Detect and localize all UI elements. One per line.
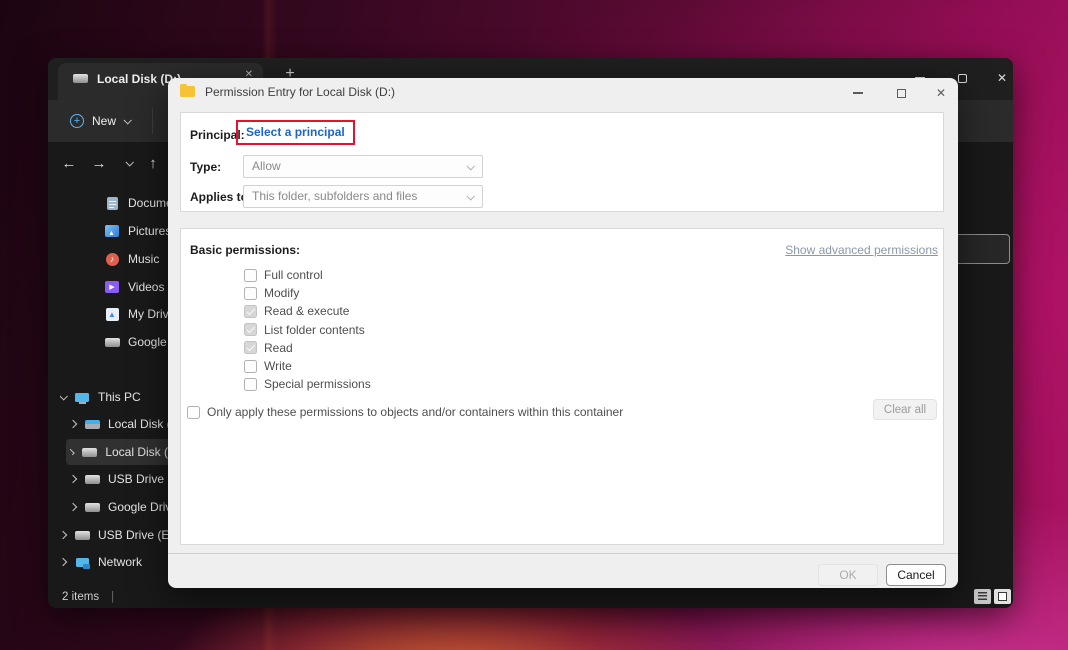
- details-view-button[interactable]: [974, 589, 991, 604]
- dialog-title-bar: Permission Entry for Local Disk (D:): [168, 78, 958, 105]
- drive-c-icon: [84, 417, 100, 431]
- permission-label: Read: [264, 341, 293, 355]
- pictures-icon: [104, 224, 120, 238]
- only-apply-label: Only apply these permissions to objects …: [207, 405, 623, 419]
- clear-all-button[interactable]: Clear all: [873, 399, 937, 420]
- chevron-right-icon[interactable]: [60, 531, 67, 539]
- permission-row-read[interactable]: Read: [244, 339, 371, 357]
- chevron-down-icon: [123, 116, 131, 124]
- sidebar-item-local-disk-d[interactable]: Local Disk (D:): [66, 439, 184, 465]
- music-icon: [104, 252, 120, 266]
- sidebar-item-label: Pictures: [128, 224, 171, 238]
- chevron-down-icon[interactable]: [60, 392, 68, 400]
- drive-icon: [81, 445, 97, 459]
- sidebar-item-network[interactable]: Network: [60, 549, 178, 575]
- cancel-button[interactable]: Cancel: [886, 564, 946, 586]
- maximize-icon: [958, 74, 967, 83]
- chevron-right-icon[interactable]: [70, 420, 77, 428]
- minimize-icon: [853, 92, 863, 93]
- checkbox[interactable]: [187, 406, 200, 419]
- this-pc-icon: [74, 390, 90, 404]
- ok-button[interactable]: OK: [818, 564, 878, 586]
- dialog-maximize-button[interactable]: [886, 84, 916, 102]
- window-close-button[interactable]: ✕: [986, 66, 1018, 90]
- list-view-icon: [978, 592, 987, 601]
- sidebar-item-label: USB Drive (E:): [98, 528, 177, 542]
- sidebar-item-label: Videos: [128, 280, 164, 294]
- permission-label: Special permissions: [264, 377, 371, 391]
- folder-icon: [180, 86, 195, 97]
- dialog-title: Permission Entry for Local Disk (D:): [205, 85, 395, 99]
- chevron-right-icon[interactable]: [70, 475, 77, 483]
- checkbox[interactable]: [244, 378, 257, 391]
- status-bar: 2 items |: [48, 586, 1013, 608]
- sidebar-item-label: Music: [128, 252, 159, 266]
- permission-label: Modify: [264, 286, 299, 300]
- dialog-close-button[interactable]: ✕: [926, 84, 956, 102]
- only-apply-row[interactable]: Only apply these permissions to objects …: [187, 405, 623, 419]
- applies-to-value: This folder, subfolders and files: [252, 189, 417, 203]
- sidebar-item-this-pc[interactable]: This PC: [60, 384, 178, 410]
- up-button[interactable]: ↑: [140, 150, 166, 176]
- sidebar-item-label: Network: [98, 555, 142, 569]
- show-advanced-permissions-link[interactable]: Show advanced permissions: [785, 243, 938, 257]
- type-dropdown[interactable]: Allow: [243, 155, 483, 178]
- large-icons-view-button[interactable]: [994, 589, 1011, 604]
- icons-view-icon: [998, 592, 1007, 601]
- back-button[interactable]: ←: [56, 150, 82, 176]
- drive-icon: [84, 500, 100, 514]
- new-plus-icon: +: [70, 114, 84, 128]
- videos-icon: [104, 280, 120, 294]
- checkbox[interactable]: [244, 269, 257, 282]
- permission-label: Write: [264, 359, 292, 373]
- permission-row-modify[interactable]: Modify: [244, 284, 371, 302]
- my-drive-icon: [104, 307, 120, 321]
- checkbox[interactable]: [244, 341, 257, 354]
- documents-icon: [104, 196, 120, 210]
- toolbar-divider: [152, 108, 153, 134]
- recent-locations-button[interactable]: [116, 150, 142, 176]
- permission-row-read-execute[interactable]: Read & execute: [244, 302, 371, 320]
- sidebar-item-usb-drive-e-2[interactable]: USB Drive (E:): [60, 522, 178, 548]
- forward-button[interactable]: →: [86, 150, 112, 176]
- permission-label: List folder contents: [264, 323, 365, 337]
- item-count: 2 items: [62, 591, 99, 603]
- basic-permissions-label: Basic permissions:: [190, 243, 300, 257]
- maximize-icon: [897, 89, 906, 98]
- permission-label: Read & execute: [264, 304, 349, 318]
- permission-row-list-folder-contents[interactable]: List folder contents: [244, 321, 371, 339]
- type-label: Type:: [190, 160, 221, 174]
- drive-icon: [72, 72, 88, 86]
- annotation-box: Select a principal: [236, 120, 355, 145]
- chevron-down-icon: [466, 162, 474, 170]
- new-button-label: New: [92, 114, 116, 128]
- drive-icon: [104, 335, 120, 349]
- dialog-separator: [168, 553, 958, 554]
- chevron-down-icon: [466, 192, 474, 200]
- permission-label: Full control: [264, 268, 323, 282]
- drive-icon: [74, 528, 90, 542]
- checkbox[interactable]: [244, 287, 257, 300]
- drive-icon: [84, 472, 100, 486]
- applies-to-dropdown[interactable]: This folder, subfolders and files: [243, 185, 483, 208]
- chevron-right-icon[interactable]: [60, 558, 67, 566]
- permission-row-special-permissions[interactable]: Special permissions: [244, 375, 371, 393]
- checkbox[interactable]: [244, 360, 257, 373]
- status-divider: |: [111, 591, 114, 603]
- new-button[interactable]: + New: [60, 106, 140, 136]
- permission-row-full-control[interactable]: Full control: [244, 266, 371, 284]
- select-principal-link[interactable]: Select a principal: [246, 125, 345, 139]
- permission-entry-dialog: Permission Entry for Local Disk (D:) ✕ P…: [168, 78, 958, 588]
- chevron-right-icon[interactable]: [68, 449, 75, 456]
- sidebar-item-label: This PC: [98, 390, 141, 404]
- network-icon: [74, 555, 90, 569]
- checkbox[interactable]: [244, 323, 257, 336]
- permission-row-write[interactable]: Write: [244, 357, 371, 375]
- chevron-right-icon[interactable]: [70, 503, 77, 511]
- checkbox[interactable]: [244, 305, 257, 318]
- type-value: Allow: [252, 159, 281, 173]
- chevron-down-icon: [125, 158, 133, 166]
- permissions-list: Full control Modify Read & execute List …: [244, 266, 371, 393]
- dialog-minimize-button[interactable]: [843, 84, 873, 102]
